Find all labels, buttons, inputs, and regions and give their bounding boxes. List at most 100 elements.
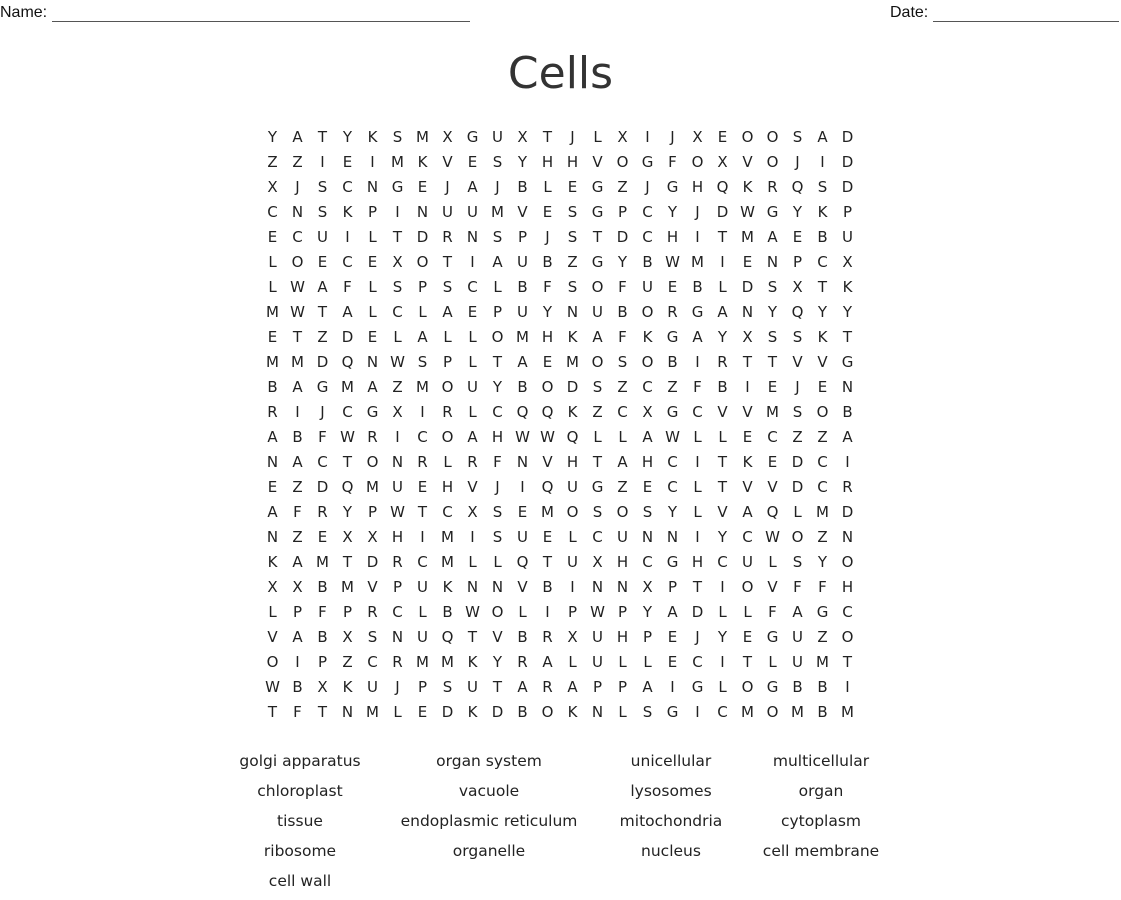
grid-letter[interactable]: L	[685, 501, 710, 526]
grid-letter[interactable]: A	[285, 626, 310, 651]
grid-letter[interactable]: R	[835, 476, 860, 501]
grid-letter[interactable]: E	[335, 151, 360, 176]
grid-letter[interactable]: U	[510, 526, 535, 551]
grid-letter[interactable]: N	[610, 576, 635, 601]
grid-letter[interactable]: U	[310, 226, 335, 251]
grid-letter[interactable]: A	[285, 551, 310, 576]
grid-letter[interactable]: Q	[535, 401, 560, 426]
grid-letter[interactable]: O	[635, 351, 660, 376]
grid-letter[interactable]: J	[485, 476, 510, 501]
grid-letter[interactable]: H	[385, 526, 410, 551]
grid-letter[interactable]: E	[660, 276, 685, 301]
grid-letter[interactable]: L	[710, 276, 735, 301]
grid-letter[interactable]: L	[260, 251, 285, 276]
grid-letter[interactable]: T	[710, 451, 735, 476]
grid-letter[interactable]: Z	[285, 476, 310, 501]
grid-letter[interactable]: Z	[785, 426, 810, 451]
grid-letter[interactable]: H	[560, 151, 585, 176]
grid-letter[interactable]: Q	[760, 501, 785, 526]
grid-letter[interactable]: K	[735, 451, 760, 476]
grid-letter[interactable]: B	[260, 376, 285, 401]
grid-letter[interactable]: B	[535, 576, 560, 601]
grid-letter[interactable]: D	[310, 476, 335, 501]
grid-letter[interactable]: L	[360, 301, 385, 326]
grid-letter[interactable]: Z	[585, 401, 610, 426]
grid-letter[interactable]: I	[685, 226, 710, 251]
grid-letter[interactable]: E	[660, 626, 685, 651]
grid-letter[interactable]: B	[610, 301, 635, 326]
grid-letter[interactable]: V	[710, 401, 735, 426]
grid-letter[interactable]: O	[760, 701, 785, 726]
grid-letter[interactable]: B	[810, 676, 835, 701]
grid-letter[interactable]: X	[685, 126, 710, 151]
grid-letter[interactable]: X	[260, 576, 285, 601]
grid-letter[interactable]: S	[310, 201, 335, 226]
grid-letter[interactable]: S	[610, 351, 635, 376]
grid-letter[interactable]: L	[385, 701, 410, 726]
grid-letter[interactable]: V	[760, 576, 785, 601]
grid-letter[interactable]: O	[610, 501, 635, 526]
grid-letter[interactable]: K	[410, 151, 435, 176]
grid-letter[interactable]: M	[360, 701, 385, 726]
grid-letter[interactable]: A	[335, 301, 360, 326]
grid-letter[interactable]: J	[485, 176, 510, 201]
grid-letter[interactable]: I	[635, 126, 660, 151]
grid-letter[interactable]: L	[585, 426, 610, 451]
grid-letter[interactable]: H	[635, 451, 660, 476]
grid-letter[interactable]: O	[835, 551, 860, 576]
grid-letter[interactable]: U	[485, 126, 510, 151]
grid-letter[interactable]: D	[410, 226, 435, 251]
grid-letter[interactable]: W	[660, 251, 685, 276]
grid-letter[interactable]: D	[835, 126, 860, 151]
grid-letter[interactable]: T	[760, 351, 785, 376]
grid-letter[interactable]: A	[635, 676, 660, 701]
grid-letter[interactable]: A	[560, 676, 585, 701]
grid-letter[interactable]: S	[635, 501, 660, 526]
grid-letter[interactable]: G	[310, 376, 335, 401]
grid-letter[interactable]: T	[335, 551, 360, 576]
grid-letter[interactable]: V	[735, 151, 760, 176]
grid-letter[interactable]: L	[435, 326, 460, 351]
grid-letter[interactable]: X	[335, 626, 360, 651]
grid-letter[interactable]: Y	[485, 376, 510, 401]
grid-letter[interactable]: T	[535, 126, 560, 151]
grid-letter[interactable]: G	[360, 401, 385, 426]
grid-letter[interactable]: H	[685, 551, 710, 576]
grid-letter[interactable]: Z	[285, 151, 310, 176]
grid-letter[interactable]: E	[535, 526, 560, 551]
grid-letter[interactable]: A	[735, 501, 760, 526]
grid-letter[interactable]: W	[460, 601, 485, 626]
grid-letter[interactable]: X	[460, 501, 485, 526]
grid-letter[interactable]: C	[835, 601, 860, 626]
grid-letter[interactable]: T	[285, 326, 310, 351]
grid-letter[interactable]: S	[635, 701, 660, 726]
grid-letter[interactable]: M	[435, 651, 460, 676]
grid-letter[interactable]: A	[260, 426, 285, 451]
grid-letter[interactable]: X	[635, 401, 660, 426]
grid-letter[interactable]: D	[710, 201, 735, 226]
grid-letter[interactable]: S	[410, 351, 435, 376]
grid-letter[interactable]: U	[610, 526, 635, 551]
grid-letter[interactable]: K	[560, 701, 585, 726]
grid-letter[interactable]: Y	[810, 301, 835, 326]
grid-letter[interactable]: M	[785, 701, 810, 726]
grid-letter[interactable]: I	[285, 651, 310, 676]
grid-letter[interactable]: E	[260, 476, 285, 501]
grid-letter[interactable]: S	[785, 326, 810, 351]
grid-letter[interactable]: L	[260, 601, 285, 626]
grid-letter[interactable]: G	[585, 176, 610, 201]
grid-letter[interactable]: M	[410, 376, 435, 401]
grid-letter[interactable]: C	[335, 176, 360, 201]
grid-letter[interactable]: X	[635, 576, 660, 601]
grid-letter[interactable]: X	[735, 326, 760, 351]
grid-letter[interactable]: I	[710, 576, 735, 601]
grid-letter[interactable]: J	[635, 176, 660, 201]
grid-letter[interactable]: L	[760, 651, 785, 676]
grid-letter[interactable]: M	[335, 576, 360, 601]
grid-letter[interactable]: M	[735, 701, 760, 726]
grid-letter[interactable]: W	[735, 201, 760, 226]
grid-letter[interactable]: R	[535, 676, 560, 701]
grid-letter[interactable]: L	[735, 601, 760, 626]
grid-letter[interactable]: Z	[610, 376, 635, 401]
grid-letter[interactable]: X	[285, 576, 310, 601]
